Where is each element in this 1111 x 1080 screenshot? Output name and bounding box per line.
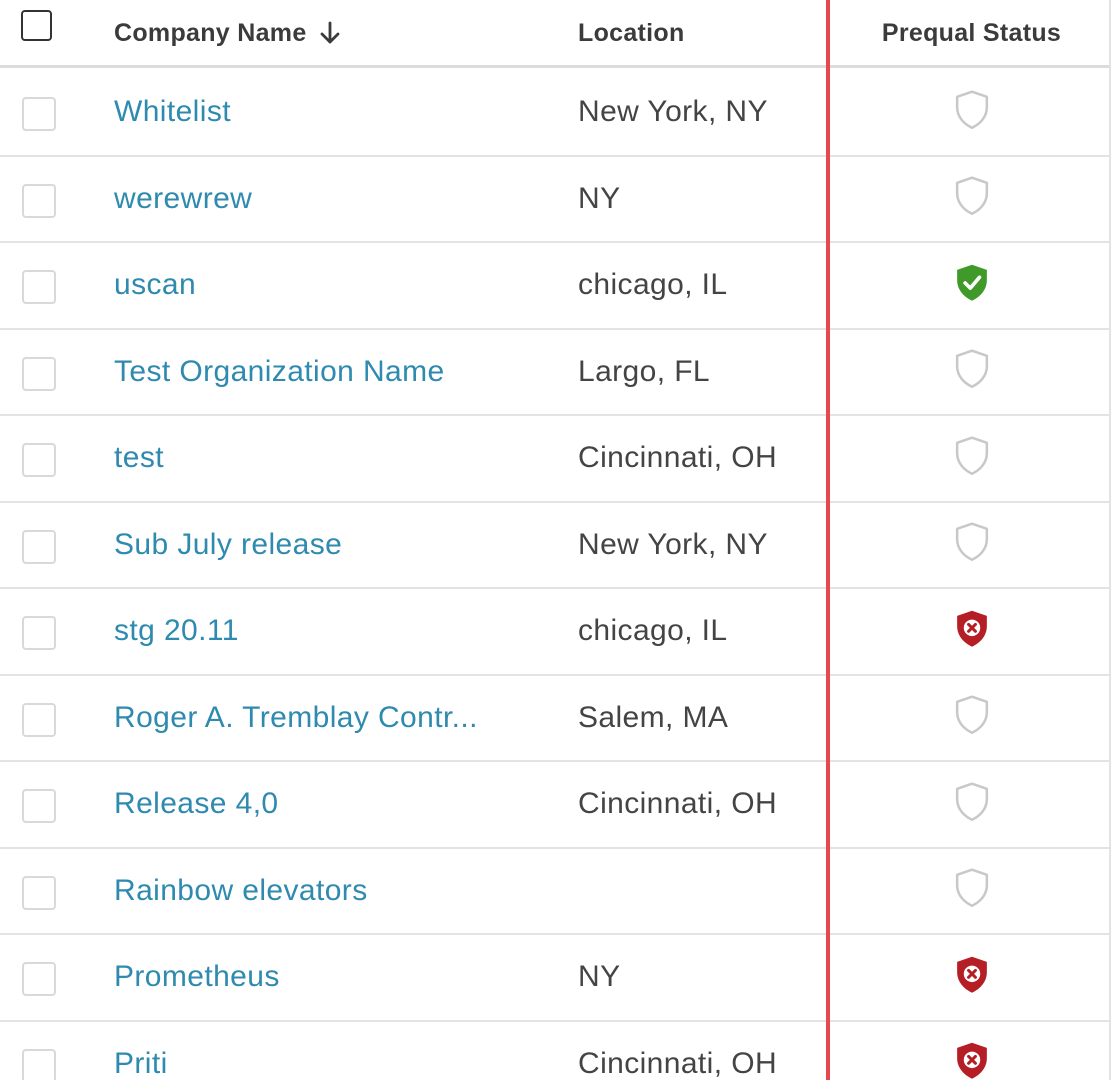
location-cell: Cincinnati, OH — [578, 441, 778, 474]
column-resize-divider[interactable] — [826, 0, 830, 1080]
shield-x-icon — [953, 609, 991, 654]
prequal-status-cell — [832, 589, 1111, 673]
company-table: Company Name Location Prequal Status Whi… — [0, 0, 1111, 1080]
column-header-prequal-status[interactable]: Prequal Status — [832, 0, 1111, 66]
shield-x-icon — [953, 1041, 991, 1080]
row-checkbox[interactable] — [22, 356, 56, 391]
row-checkbox[interactable] — [22, 1048, 56, 1080]
company-name-link[interactable]: Rainbow elevators — [114, 849, 368, 933]
company-name-link[interactable]: Test Organization Name — [114, 330, 445, 414]
location-cell: NY — [578, 960, 621, 993]
table-row: Rainbow elevators — [0, 849, 1111, 935]
row-checkbox[interactable] — [22, 789, 56, 823]
prequal-status-cell — [832, 762, 1111, 846]
location-cell: Cincinnati, OH — [578, 787, 778, 820]
table-row: test Cincinnati, OH — [0, 416, 1111, 503]
column-header-location[interactable]: Location — [578, 0, 685, 66]
shield-outline-icon — [953, 349, 991, 394]
company-name-link[interactable]: Sub July release — [114, 503, 342, 587]
table-header: Company Name Location Prequal Status — [0, 0, 1111, 68]
shield-outline-icon — [953, 781, 991, 827]
table-row: Test Organization Name Largo, FL — [0, 330, 1111, 416]
row-checkbox[interactable] — [22, 443, 56, 477]
location-cell: New York, NY — [578, 95, 768, 128]
company-name-link[interactable]: uscan — [114, 243, 196, 327]
table-row: stg 20.11 chicago, IL — [0, 589, 1111, 676]
column-header-company-name[interactable]: Company Name — [114, 0, 341, 66]
table-row: Release 4,0 Cincinnati, OH — [0, 762, 1111, 849]
location-cell: Largo, FL — [578, 354, 711, 388]
company-name-link[interactable]: Prometheus — [114, 935, 280, 1019]
table-row: Sub July release New York, NY — [0, 503, 1111, 589]
prequal-status-cell — [832, 70, 1111, 154]
shield-outline-icon — [953, 522, 991, 567]
location-cell: chicago, IL — [578, 268, 728, 301]
row-checkbox[interactable] — [22, 702, 56, 737]
prequal-status-cell — [832, 157, 1111, 241]
column-header-company-name-label: Company Name — [114, 18, 307, 47]
arrow-down-icon — [319, 21, 341, 45]
prequal-status-cell — [832, 935, 1111, 1019]
row-checkbox[interactable] — [22, 270, 56, 304]
table-row: Roger A. Tremblay Contr... Salem, MA — [0, 676, 1111, 762]
row-checkbox[interactable] — [22, 183, 56, 218]
location-cell: Salem, MA — [578, 700, 729, 734]
company-name-link[interactable]: Release 4,0 — [114, 762, 279, 846]
row-checkbox[interactable] — [22, 962, 56, 996]
row-checkbox[interactable] — [22, 97, 56, 131]
table-row: werewrew NY — [0, 157, 1111, 243]
table-row: Priti Cincinnati, OH — [0, 1022, 1111, 1080]
select-all-checkbox[interactable] — [21, 10, 52, 41]
company-name-link[interactable]: Roger A. Tremblay Contr... — [114, 676, 478, 760]
company-name-link[interactable]: stg 20.11 — [114, 589, 239, 673]
location-cell: Cincinnati, OH — [578, 1046, 778, 1080]
table-row: Prometheus NY — [0, 935, 1111, 1022]
prequal-status-cell — [832, 1022, 1111, 1080]
prequal-status-cell — [832, 503, 1111, 587]
table-row: uscan chicago, IL — [0, 243, 1111, 330]
prequal-status-cell — [832, 416, 1111, 500]
company-name-link[interactable]: Priti — [114, 1022, 168, 1080]
shield-outline-icon — [953, 695, 991, 740]
prequal-status-cell — [832, 849, 1111, 933]
shield-x-icon — [953, 955, 991, 1000]
location-cell: NY — [578, 181, 621, 215]
shield-outline-icon — [953, 868, 991, 913]
shield-outline-icon — [953, 435, 991, 481]
shield-outline-icon — [953, 89, 991, 135]
prequal-status-cell — [832, 330, 1111, 414]
company-name-link[interactable]: test — [114, 416, 164, 500]
row-checkbox[interactable] — [22, 529, 56, 564]
company-name-link[interactable]: Whitelist — [114, 70, 231, 154]
company-name-link[interactable]: werewrew — [114, 157, 252, 241]
location-cell: chicago, IL — [578, 614, 728, 647]
table-row: Whitelist New York, NY — [0, 70, 1111, 157]
location-cell: New York, NY — [578, 527, 768, 561]
row-checkbox[interactable] — [22, 875, 56, 910]
shield-check-icon — [953, 263, 991, 308]
row-checkbox[interactable] — [22, 616, 56, 650]
shield-outline-icon — [953, 176, 991, 221]
prequal-status-cell — [832, 243, 1111, 327]
prequal-status-cell — [832, 676, 1111, 760]
